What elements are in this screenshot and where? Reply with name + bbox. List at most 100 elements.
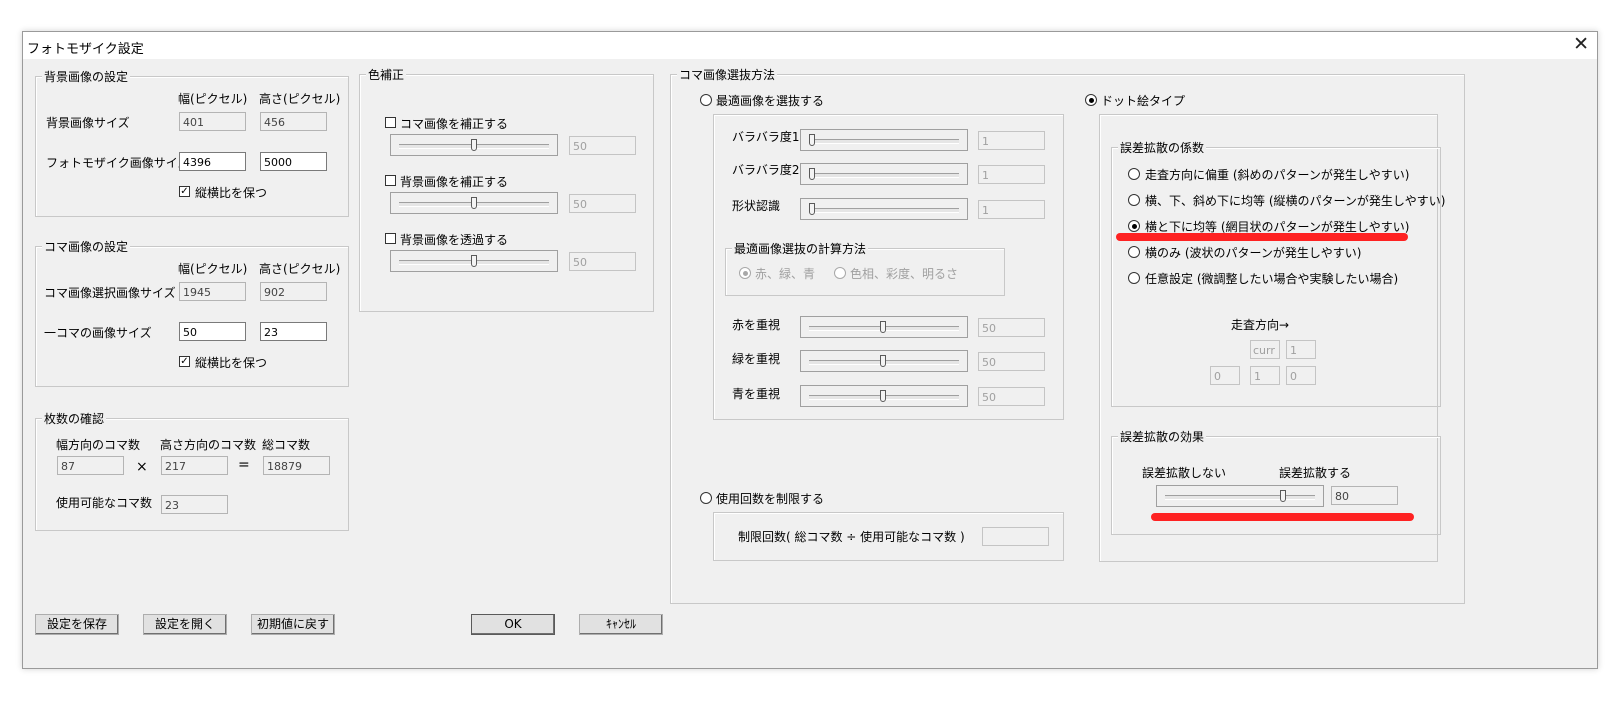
mosaic-height-input[interactable]: 5000 (260, 152, 327, 171)
blue-weight-value: 50 (978, 387, 1045, 406)
transparent-bg-checkbox[interactable] (385, 233, 396, 244)
red-weight-label: 赤を重視 (732, 318, 781, 332)
correct-tile-slider[interactable] (390, 134, 558, 156)
transparent-bg-value: 50 (569, 252, 636, 271)
correct-tile-checkbox[interactable] (385, 117, 396, 128)
background-settings-group: 背景画像の設定 幅(ピクセル) 高さ(ピクセル) 背景画像サイズ 401 456… (35, 68, 349, 217)
optimal-label: 最適画像を選抜する (716, 94, 825, 108)
scatter2-label: バラバラ度2 (732, 163, 800, 177)
close-icon[interactable]: ✕ (1573, 33, 1589, 55)
slider-thumb[interactable] (1280, 490, 1287, 502)
diffusion-coef-legend: 誤差拡散の係数 (1118, 139, 1207, 156)
bg-image-width-field: 401 (179, 112, 246, 131)
correct-bg-slider[interactable] (390, 192, 558, 214)
correct-bg-value: 50 (569, 194, 636, 213)
optimal-options-panel: バラバラ度1 1 バラバラ度2 1 形状認識 1 最適画像選抜の計算方法 赤、緑… (713, 114, 1064, 420)
transparent-bg-label: 背景画像を透過する (400, 233, 509, 247)
shape-recognition-value: 1 (978, 200, 1045, 219)
slider-thumb[interactable] (880, 355, 886, 367)
horizontal-count-label: 幅方向のコマ数 (56, 438, 141, 452)
slider-thumb[interactable] (809, 168, 815, 180)
tile-selection-group: コマ画像選抜方法 最適画像を選抜する バラバラ度1 1 バラバラ度2 1 形状認… (670, 66, 1465, 604)
grid-bottom-cell: 1 (1250, 366, 1280, 385)
diffusion-label: 誤差拡散する (1279, 466, 1352, 480)
shape-recognition-slider[interactable] (800, 198, 968, 220)
coef-even3-label: 横、下、斜め下に均等 (縦横のパターンが発生しやすい) (1145, 194, 1446, 208)
coef-even2-radio[interactable] (1128, 220, 1140, 232)
horizontal-count-field: 87 (57, 456, 124, 475)
calc-hsv-label: 色相、彩度、明るさ (850, 267, 959, 281)
limit-usage-radio[interactable] (700, 492, 712, 504)
shape-recognition-label: 形状認識 (732, 199, 781, 213)
highlight-underline (1116, 233, 1408, 241)
slider-thumb[interactable] (471, 197, 477, 209)
diffusion-effect-slider[interactable] (1156, 485, 1324, 507)
coef-horizontal-radio[interactable] (1128, 246, 1140, 258)
tile-select-height-field: 902 (260, 282, 327, 301)
slider-thumb[interactable] (471, 255, 477, 267)
total-count-field: 18879 (263, 456, 330, 475)
background-settings-legend: 背景画像の設定 (42, 68, 131, 85)
coef-scan-radio[interactable] (1128, 168, 1140, 180)
ok-button[interactable]: OK (471, 614, 555, 635)
scatter1-value: 1 (978, 131, 1045, 150)
dot-art-radio[interactable] (1085, 94, 1097, 106)
one-tile-width-input[interactable]: 50 (179, 322, 246, 341)
one-tile-height-input[interactable]: 23 (260, 322, 327, 341)
slider-thumb[interactable] (809, 203, 815, 215)
correct-tile-value: 50 (569, 136, 636, 155)
grid-bottom-left-cell: 0 (1210, 366, 1240, 385)
open-settings-button[interactable]: 設定を開く (143, 614, 227, 635)
diffusion-effect-value[interactable]: 80 (1331, 486, 1398, 505)
coef-custom-radio[interactable] (1128, 272, 1140, 284)
diffusion-coef-group: 誤差拡散の係数 走査方向に偏重 (斜めのパターンが発生しやすい) 横、下、斜め下… (1111, 139, 1445, 407)
no-diffusion-label: 誤差拡散しない (1142, 466, 1227, 480)
vertical-count-label: 高さ方向のコマ数 (160, 438, 257, 452)
photomosaic-settings-dialog: フォトモザイク設定 ✕ 背景画像の設定 幅(ピクセル) 高さ(ピクセル) 背景画… (22, 31, 1598, 669)
slider-thumb[interactable] (880, 321, 886, 333)
green-weight-slider[interactable] (800, 350, 968, 372)
slider-thumb[interactable] (471, 139, 477, 151)
highlight-underline (1151, 513, 1414, 521)
diffusion-effect-legend: 誤差拡散の効果 (1118, 428, 1207, 445)
bg-keep-ratio-label: 縦横比を保つ (195, 186, 268, 200)
slider-thumb[interactable] (880, 390, 886, 402)
coef-even3-radio[interactable] (1128, 194, 1140, 206)
mosaic-width-input[interactable]: 4396 (179, 152, 246, 171)
optimal-radio[interactable] (700, 94, 712, 106)
color-correction-group: 色補正 コマ画像を補正する 50 背景画像を補正する 50 背景画像を透過する … (359, 66, 654, 312)
slider-thumb[interactable] (809, 134, 815, 146)
blue-weight-slider[interactable] (800, 385, 968, 407)
dot-art-label: ドット絵タイプ (1101, 94, 1186, 108)
calc-rgb-radio[interactable] (739, 267, 751, 279)
tile-keep-ratio-checkbox[interactable]: ✓ (179, 356, 190, 367)
bg-keep-ratio-checkbox[interactable]: ✓ (179, 186, 190, 197)
tile-height-header: 高さ(ピクセル) (259, 262, 341, 276)
cancel-button[interactable]: ｷｬﾝｾﾙ (579, 614, 663, 635)
red-weight-value: 50 (978, 318, 1045, 337)
slider-track (809, 139, 959, 144)
limit-count-field (982, 527, 1049, 546)
slider-track (809, 173, 959, 178)
limit-panel: 制限回数( 総コマ数 ÷ 使用可能なコマ数 ) (713, 512, 1064, 561)
correct-bg-checkbox[interactable] (385, 175, 396, 186)
coef-custom-label: 任意設定 (微調整したい場合や実験したい場合) (1145, 272, 1399, 286)
usable-count-label: 使用可能なコマ数 (56, 496, 153, 510)
reset-defaults-button[interactable]: 初期値に戻す (251, 614, 335, 635)
limit-usage-label: 使用回数を制限する (716, 492, 825, 506)
blue-weight-label: 青を重視 (732, 387, 781, 401)
scatter2-slider[interactable] (800, 163, 968, 185)
tile-selection-legend: コマ画像選抜方法 (677, 66, 778, 83)
calc-hsv-radio[interactable] (834, 267, 846, 279)
bg-width-header: 幅(ピクセル) (178, 92, 248, 106)
scatter1-slider[interactable] (800, 129, 968, 151)
red-weight-slider[interactable] (800, 316, 968, 338)
count-check-legend: 枚数の確認 (42, 410, 107, 427)
tile-width-header: 幅(ピクセル) (178, 262, 248, 276)
vertical-count-field: 217 (161, 456, 228, 475)
color-correction-legend: 色補正 (366, 66, 407, 83)
transparent-bg-slider[interactable] (390, 250, 558, 272)
scan-direction-label: 走査方向→ (1231, 318, 1290, 332)
save-settings-button[interactable]: 設定を保存 (35, 614, 119, 635)
usable-count-field: 23 (161, 495, 228, 514)
